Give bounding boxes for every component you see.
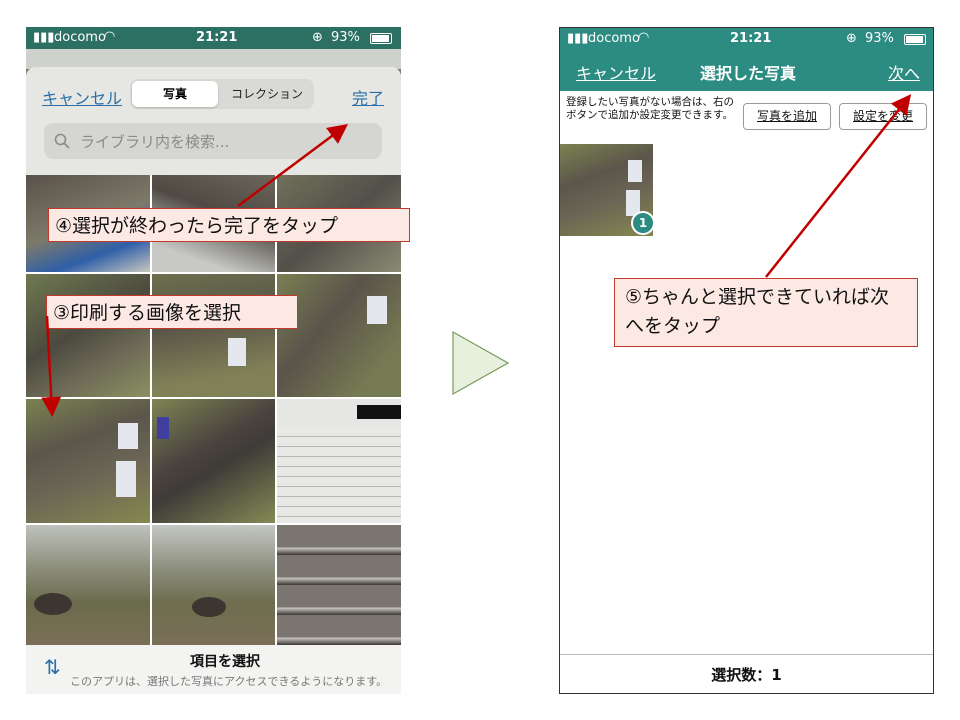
search-field[interactable]: ライブラリ内を検索... xyxy=(44,123,382,159)
photo-picker-screen: ▮▮▮ docomo ◠ 21:21 ⊕ 93% キャンセル 写真 コレクション… xyxy=(26,27,401,694)
signal-icon: ▮▮▮ xyxy=(33,30,55,45)
signal-icon: ▮▮▮ xyxy=(567,31,589,46)
location-icon: ⊕ xyxy=(312,30,323,45)
cancel-button[interactable]: キャンセル xyxy=(42,85,122,109)
battery-icon xyxy=(904,34,926,45)
search-icon xyxy=(54,133,70,149)
selection-count-label: 選択数：1 xyxy=(711,666,782,684)
app-header: ▮▮▮ docomo ◠ 21:21 ⊕ 93% キャンセル 選択した写真 次へ xyxy=(560,28,933,91)
add-photo-button[interactable]: 写真を追加 xyxy=(743,103,831,130)
picker-footer: ⇅ 項目を選択 このアプリは、選択した写真にアクセスできるようになります。 xyxy=(26,645,401,694)
cancel-button[interactable]: キャンセル xyxy=(576,60,656,84)
footer-divider xyxy=(560,654,933,655)
clock: 21:21 xyxy=(730,31,772,46)
photo-thumbnail[interactable] xyxy=(277,274,401,397)
photo-thumbnail[interactable] xyxy=(152,525,275,645)
change-settings-button[interactable]: 設定を変更 xyxy=(839,103,927,130)
search-placeholder: ライブラリ内を検索... xyxy=(80,133,230,151)
photo-thumbnail[interactable] xyxy=(152,274,275,397)
selected-photos-screen: ▮▮▮ docomo ◠ 21:21 ⊕ 93% キャンセル 選択した写真 次へ… xyxy=(559,27,934,694)
footer-title: 項目を選択 xyxy=(190,654,260,670)
clock: 21:21 xyxy=(196,30,238,45)
help-note: 登録したい写真がない場合は、右のボタンで追加か設定変更できます。 xyxy=(566,96,734,121)
next-triangle-arrow-icon xyxy=(452,330,510,396)
carrier-label: docomo xyxy=(588,31,640,46)
battery-label: 93% xyxy=(331,30,360,45)
location-icon: ⊕ xyxy=(846,31,857,46)
callout-step5: ⑤ちゃんと選択できていれば次へをタップ xyxy=(614,278,918,347)
sheet-backdrop xyxy=(26,49,401,69)
photo-grid xyxy=(26,175,401,645)
wifi-icon: ◠ xyxy=(638,30,650,45)
wifi-icon: ◠ xyxy=(104,29,116,44)
tab-photos[interactable]: 写真 xyxy=(132,81,218,107)
photo-thumbnail[interactable] xyxy=(26,525,150,645)
battery-label: 93% xyxy=(865,31,894,46)
footer-note: このアプリは、選択した写真にアクセスできるようになります。 xyxy=(70,675,388,688)
status-bar: ▮▮▮ docomo ◠ 21:21 ⊕ 93% xyxy=(26,27,401,49)
picker-sheet: キャンセル 写真 コレクション 完了 ライブラリ内を検索... ⇅ 項目を選択 … xyxy=(26,67,401,694)
callout-step3: ③印刷する画像を選択 xyxy=(46,295,298,329)
next-button[interactable]: 次へ xyxy=(888,60,920,84)
battery-icon xyxy=(370,33,392,44)
callout-step4: ④選択が終わったら完了をタップ xyxy=(48,208,410,242)
segmented-control: 写真 コレクション xyxy=(130,79,314,109)
selection-count-badge: 1 xyxy=(631,211,655,235)
photo-thumbnail[interactable] xyxy=(152,399,275,523)
photo-thumbnail[interactable] xyxy=(26,274,150,397)
carrier-label: docomo xyxy=(54,30,106,45)
picker-header: キャンセル 写真 コレクション 完了 ライブラリ内を検索... xyxy=(26,67,401,177)
photo-thumbnail[interactable] xyxy=(277,399,401,523)
tab-collections[interactable]: コレクション xyxy=(222,81,312,107)
page-title: 選択した写真 xyxy=(700,64,797,83)
photo-thumbnail[interactable] xyxy=(26,399,150,523)
sort-arrows-icon[interactable]: ⇅ xyxy=(44,655,61,679)
done-button[interactable]: 完了 xyxy=(352,85,384,109)
photo-thumbnail[interactable] xyxy=(277,525,401,645)
